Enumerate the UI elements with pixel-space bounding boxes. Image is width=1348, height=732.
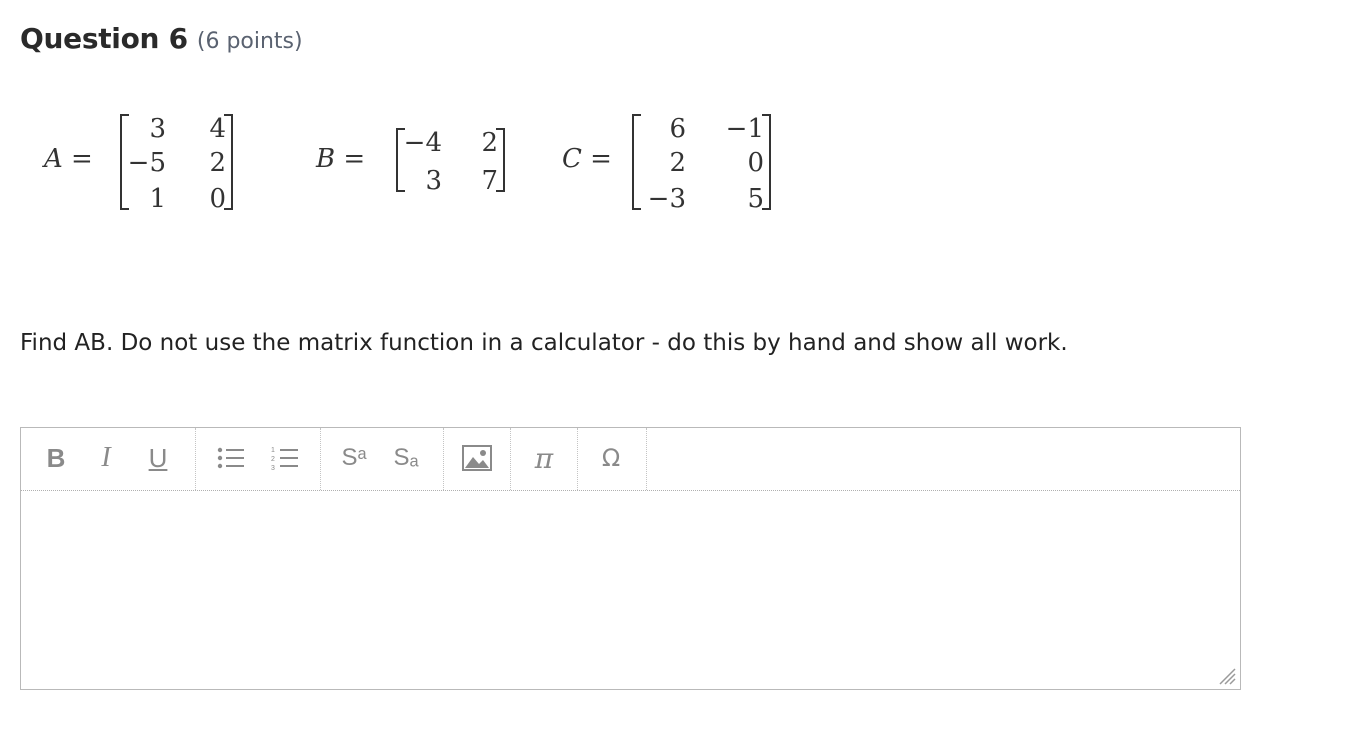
special-character-button[interactable]: Ω bbox=[594, 440, 628, 476]
matrix-a-right-bracket bbox=[224, 114, 233, 210]
matrix-a-label: A = bbox=[44, 144, 93, 174]
question-instruction: Find AB. Do not use the matrix function … bbox=[20, 330, 1068, 356]
matrix-a-cell: 1 bbox=[149, 184, 166, 214]
bullet-list-button[interactable] bbox=[214, 440, 248, 476]
matrix-c-cell: −3 bbox=[647, 184, 686, 214]
toolbar-group-script: Sᵃ Sₐ bbox=[321, 428, 444, 490]
answer-text-area[interactable] bbox=[21, 491, 1240, 689]
numbered-list-icon: 1 2 3 bbox=[271, 447, 298, 471]
subscript-icon: Sₐ bbox=[393, 444, 419, 471]
matrix-c-label: C = bbox=[562, 144, 612, 174]
equation-button[interactable]: π bbox=[527, 440, 561, 476]
svg-text:1: 1 bbox=[271, 447, 275, 454]
svg-text:2: 2 bbox=[271, 456, 275, 463]
editor-toolbar: B I U 1 2 3 Sᵃ Sₐ π Ω bbox=[21, 428, 1240, 491]
underline-icon: U bbox=[148, 442, 168, 473]
matrix-c: C = 6 −1 2 0 −3 5 bbox=[562, 110, 802, 214]
matrix-a-cell: 0 bbox=[209, 184, 226, 214]
matrix-c-cell: 0 bbox=[747, 148, 764, 178]
matrix-a-cell: −5 bbox=[127, 148, 166, 178]
toolbar-group-equation: π bbox=[511, 428, 578, 490]
matrix-c-cell: 6 bbox=[669, 114, 686, 144]
italic-icon: I bbox=[101, 442, 111, 473]
question-title: Question 6 bbox=[20, 22, 188, 55]
matrix-c-cell: 5 bbox=[747, 184, 764, 214]
numbered-list-button[interactable]: 1 2 3 bbox=[268, 440, 302, 476]
matrix-a: A = 3 4 −5 2 1 0 bbox=[44, 110, 244, 214]
matrix-b-cell: 2 bbox=[481, 128, 498, 158]
matrix-c-cell: 2 bbox=[669, 148, 686, 178]
bullet-list-icon bbox=[217, 447, 244, 469]
bold-button[interactable]: B bbox=[39, 440, 73, 476]
toolbar-group-symbols: Ω bbox=[578, 428, 647, 490]
matrix-a-cell: 2 bbox=[209, 148, 226, 178]
pi-icon: π bbox=[534, 441, 554, 475]
matrix-a-cell: 4 bbox=[209, 114, 226, 144]
matrix-c-cell: −1 bbox=[725, 114, 764, 144]
subscript-button[interactable]: Sₐ bbox=[389, 440, 423, 476]
matrix-b-cell: 3 bbox=[425, 166, 442, 196]
toolbar-group-lists: 1 2 3 bbox=[196, 428, 321, 490]
superscript-button[interactable]: Sᵃ bbox=[337, 440, 371, 476]
omega-icon: Ω bbox=[601, 444, 621, 472]
resize-handle-icon[interactable] bbox=[1216, 665, 1236, 685]
matrix-b-cell: −4 bbox=[403, 128, 442, 158]
toolbar-group-format: B I U bbox=[21, 428, 196, 490]
question-header: Question 6 (6 points) bbox=[20, 22, 303, 55]
question-points: (6 points) bbox=[196, 29, 303, 54]
image-icon bbox=[462, 445, 492, 471]
matrix-b-right-bracket bbox=[496, 128, 505, 192]
matrix-b-cell: 7 bbox=[481, 166, 498, 196]
superscript-icon: Sᵃ bbox=[341, 444, 367, 471]
matrix-a-cell: 3 bbox=[149, 114, 166, 144]
toolbar-group-media bbox=[444, 428, 511, 490]
matrix-b: B = −4 2 3 7 bbox=[316, 110, 516, 214]
matrix-c-right-bracket bbox=[762, 114, 771, 210]
svg-text:3: 3 bbox=[271, 465, 275, 471]
matrix-b-label: B = bbox=[316, 144, 366, 174]
italic-button[interactable]: I bbox=[89, 440, 123, 476]
answer-editor: B I U 1 2 3 Sᵃ Sₐ π Ω bbox=[20, 427, 1241, 690]
underline-button[interactable]: U bbox=[141, 440, 175, 476]
bold-icon: B bbox=[46, 442, 66, 473]
insert-image-button[interactable] bbox=[460, 440, 494, 476]
